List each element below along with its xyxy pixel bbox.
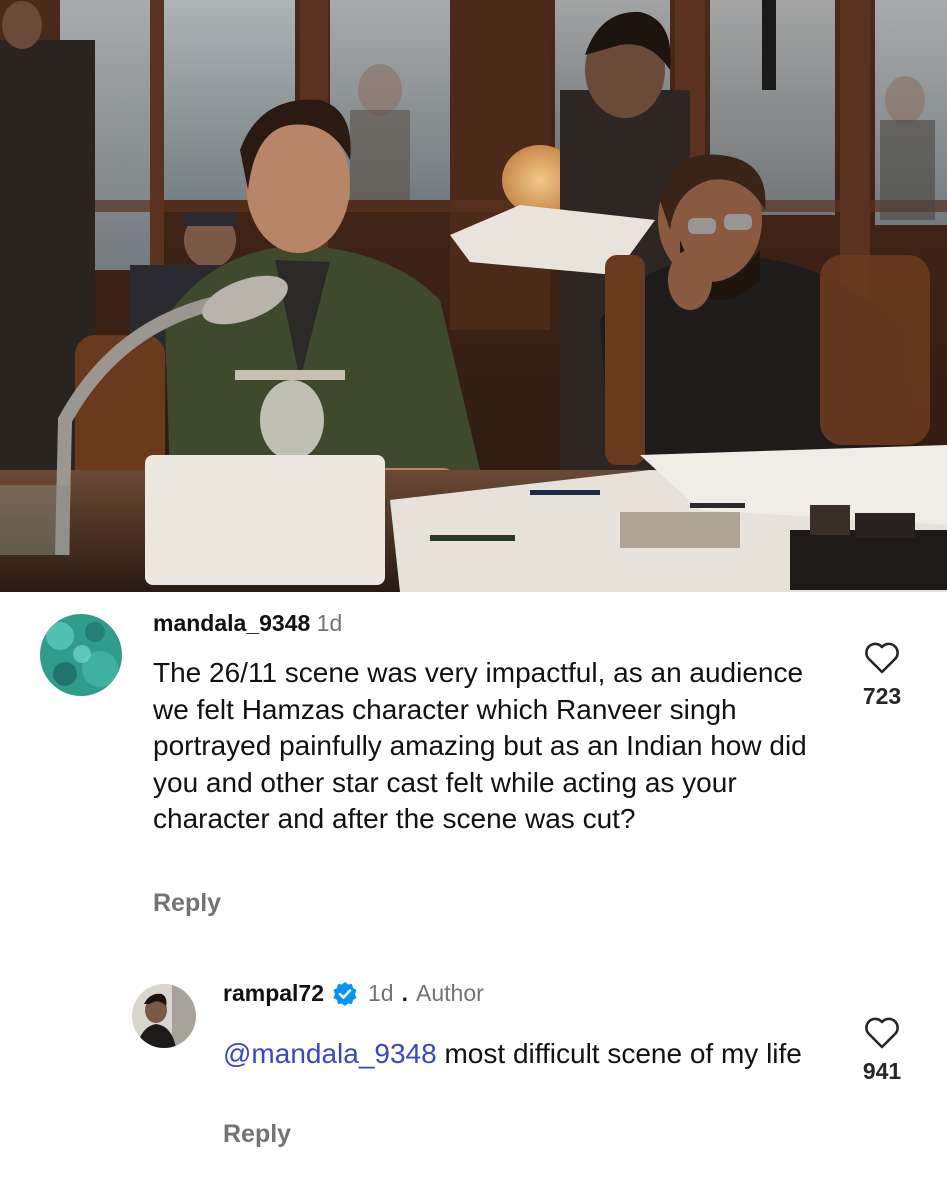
comment-text: @mandala_9348 most difficult scene of my…	[223, 1036, 823, 1073]
reply-comment: rampal72 1d . Author @mandala_9348 most …	[0, 962, 947, 1184]
reply-button[interactable]: Reply	[223, 1120, 291, 1149]
heart-outline-icon[interactable]	[864, 1017, 900, 1049]
author-label: Author	[416, 980, 484, 1006]
like-count: 941	[862, 1058, 902, 1084]
profile-photo-avatar-image	[132, 984, 196, 1048]
post-photo	[0, 0, 947, 592]
comment-meta: rampal72 1d . Author	[223, 980, 484, 1007]
teal-texture-avatar-image	[40, 614, 122, 696]
reply-text: most difficult scene of my life	[436, 1038, 802, 1069]
heart-outline-icon[interactable]	[864, 642, 900, 674]
username[interactable]: rampal72	[223, 980, 324, 1007]
separator: .	[401, 980, 408, 1006]
film-set-photo-illustration	[0, 0, 947, 592]
avatar[interactable]	[132, 984, 196, 1048]
comment-meta: mandala_9348 1d	[153, 610, 342, 637]
comment-text: The 26/11 scene was very impactful, as a…	[153, 657, 807, 834]
like-button[interactable]: 941	[850, 1017, 914, 1085]
like-button[interactable]: 723	[850, 642, 914, 710]
timestamp: 1d	[316, 610, 343, 636]
reply-button[interactable]: Reply	[153, 889, 221, 918]
comment: mandala_9348 1d The 26/11 scene was very…	[0, 592, 947, 932]
mention-link[interactable]: @mandala_9348	[223, 1038, 437, 1069]
verified-badge-icon	[332, 981, 358, 1007]
like-count: 723	[862, 683, 902, 709]
timestamp: 1d	[368, 980, 394, 1006]
username[interactable]: mandala_9348	[153, 610, 310, 636]
avatar[interactable]	[40, 614, 122, 696]
